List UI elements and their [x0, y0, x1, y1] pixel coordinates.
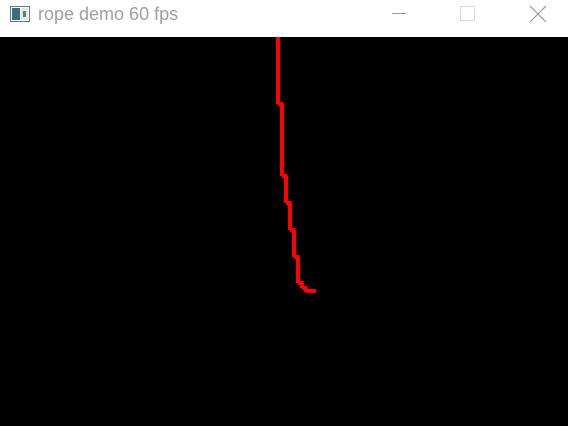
- maximize-button[interactable]: [444, 0, 490, 30]
- rope-canvas: [276, 37, 316, 293]
- app-window-icon: [10, 6, 30, 22]
- minimize-button[interactable]: [376, 0, 422, 30]
- close-button[interactable]: [516, 0, 562, 30]
- render-canvas[interactable]: [0, 37, 568, 426]
- rope: [276, 37, 316, 293]
- app-window: rope demo 60 fps: [0, 0, 568, 426]
- window-title: rope demo 60 fps: [38, 4, 179, 24]
- title-bar[interactable]: rope demo 60 fps: [0, 0, 568, 37]
